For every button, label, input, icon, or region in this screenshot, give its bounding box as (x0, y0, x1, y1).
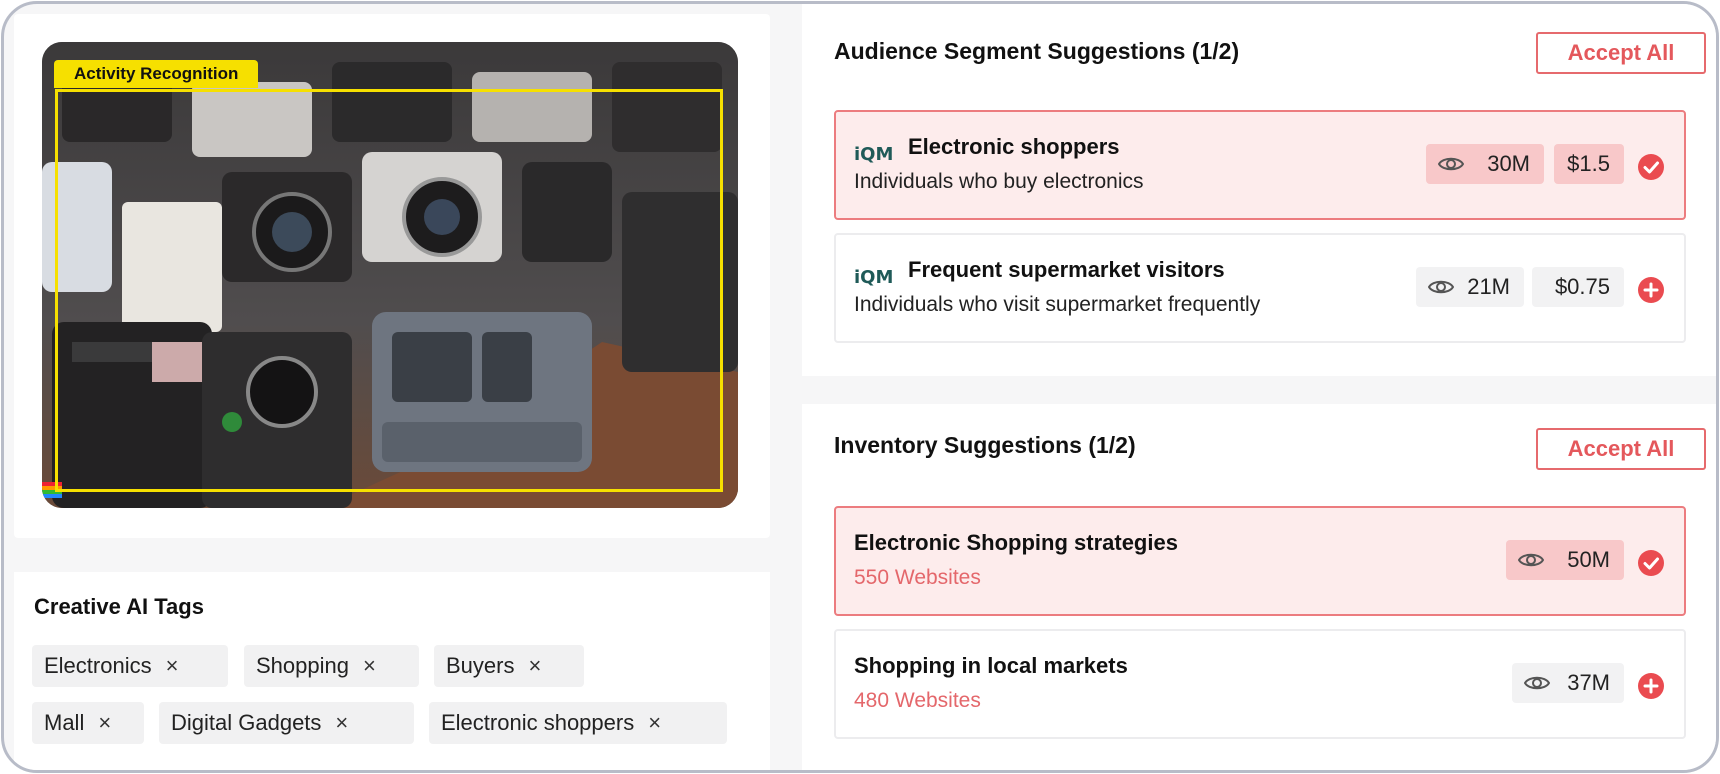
reach-pill: 37M (1512, 663, 1624, 703)
audience-item-description: Individuals who visit supermarket freque… (854, 293, 1261, 316)
check-circle-icon[interactable] (1638, 154, 1664, 180)
tag-buyers: Buyers × (434, 645, 584, 687)
tag-mall: Mall × (32, 702, 144, 744)
plus-circle-icon[interactable] (1638, 673, 1664, 699)
app-frame: Activity Recognition Creative AI Tags El… (1, 1, 1719, 773)
detection-label: Activity Recognition (54, 60, 259, 88)
eye-icon (1524, 676, 1550, 690)
tag-label: Electronics (44, 653, 152, 678)
detection-bounding-box (55, 89, 723, 492)
close-icon[interactable]: × (335, 702, 348, 744)
close-icon[interactable]: × (648, 702, 661, 744)
eye-icon (1518, 553, 1544, 567)
price-pill: $1.5 (1554, 144, 1624, 184)
audience-item-electronic-shoppers[interactable]: iQM Electronic shoppers Individuals who … (834, 110, 1686, 220)
tag-label: Digital Gadgets (171, 710, 322, 735)
price-value: $1.5 (1567, 151, 1610, 176)
inventory-suggestions-panel: Inventory Suggestions (1/2) Accept All E… (802, 404, 1716, 770)
creative-image: Activity Recognition (42, 42, 738, 508)
reach-pill: 50M (1506, 540, 1624, 580)
plus-circle-icon[interactable] (1638, 277, 1664, 303)
creative-ai-tags-card: Creative AI Tags Electronics × Shopping × … (14, 572, 770, 770)
svg-text:iQM: iQM (854, 267, 893, 286)
tag-label: Electronic shoppers (441, 710, 635, 735)
audience-item-name: Electronic shoppers (908, 134, 1120, 159)
audience-item-description: Individuals who buy electronics (854, 170, 1144, 193)
inventory-item-electronic-shopping-strategies[interactable]: Electronic Shopping strategies 550 Websi… (834, 506, 1686, 616)
audience-suggestions-panel: Audience Segment Suggestions (1/2) Accep… (802, 4, 1716, 376)
inventory-accept-all-button[interactable]: Accept All (1536, 428, 1706, 470)
svg-text:iQM: iQM (854, 144, 893, 163)
eye-icon (1428, 280, 1454, 294)
tag-digital-gadgets: Digital Gadgets × (159, 702, 414, 744)
iqm-logo-icon: iQM (854, 144, 893, 163)
tags-title: Creative AI Tags (34, 594, 204, 619)
close-icon[interactable]: × (528, 645, 541, 687)
close-icon[interactable]: × (98, 702, 111, 744)
eye-icon (1438, 157, 1464, 171)
creative-image-card: Activity Recognition (14, 14, 770, 538)
inventory-item-name: Electronic Shopping strategies (854, 530, 1178, 555)
close-icon[interactable]: × (166, 645, 179, 687)
audience-accept-all-button[interactable]: Accept All (1536, 32, 1706, 74)
audience-panel-title: Audience Segment Suggestions (1/2) (834, 38, 1240, 64)
reach-pill: 30M (1426, 144, 1544, 184)
inventory-item-websites: 550 Websites (854, 566, 981, 589)
price-pill: $0.75 (1532, 267, 1624, 307)
check-circle-icon[interactable] (1638, 550, 1664, 576)
reach-value: 21M (1467, 274, 1510, 299)
tag-label: Shopping (256, 653, 349, 678)
tag-electronics: Electronics × (32, 645, 228, 687)
price-value: $0.75 (1554, 274, 1610, 299)
inventory-item-name: Shopping in local markets (854, 653, 1128, 678)
reach-value: 50M (1567, 547, 1610, 572)
audience-item-name: Frequent supermarket visitors (908, 257, 1225, 282)
iqm-logo-icon: iQM (854, 267, 893, 286)
reach-value: 37M (1567, 670, 1610, 695)
tag-label: Buyers (446, 653, 515, 678)
inventory-panel-title: Inventory Suggestions (1/2) (834, 432, 1136, 458)
inventory-item-shopping-in-local-markets[interactable]: Shopping in local markets 480 Websites 3… (834, 629, 1686, 739)
close-icon[interactable]: × (363, 645, 376, 687)
inventory-item-websites: 480 Websites (854, 689, 981, 712)
tag-label: Mall (44, 710, 85, 735)
tag-electronic-shoppers: Electronic shoppers × (429, 702, 727, 744)
audience-item-frequent-supermarket-visitors[interactable]: iQM Frequent supermarket visitors Indivi… (834, 233, 1686, 343)
reach-value: 30M (1487, 151, 1530, 176)
reach-pill: 21M (1416, 267, 1524, 307)
tag-shopping: Shopping × (244, 645, 419, 687)
